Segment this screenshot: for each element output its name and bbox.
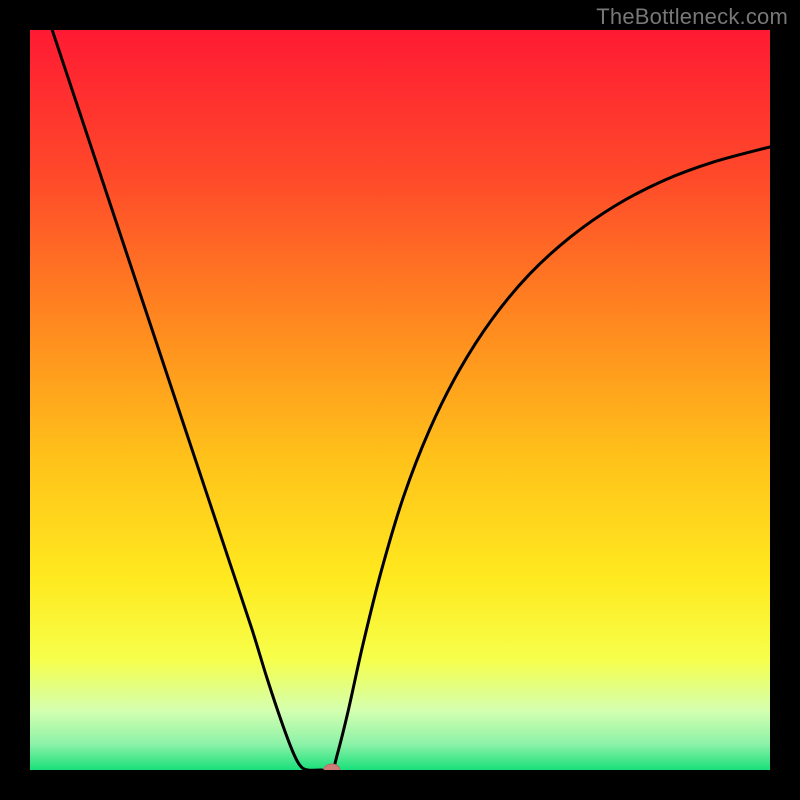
bottleneck-plot [30, 30, 770, 770]
chart-stage: TheBottleneck.com [0, 0, 800, 800]
watermark-text: TheBottleneck.com [596, 4, 788, 30]
plot-background [30, 30, 770, 770]
